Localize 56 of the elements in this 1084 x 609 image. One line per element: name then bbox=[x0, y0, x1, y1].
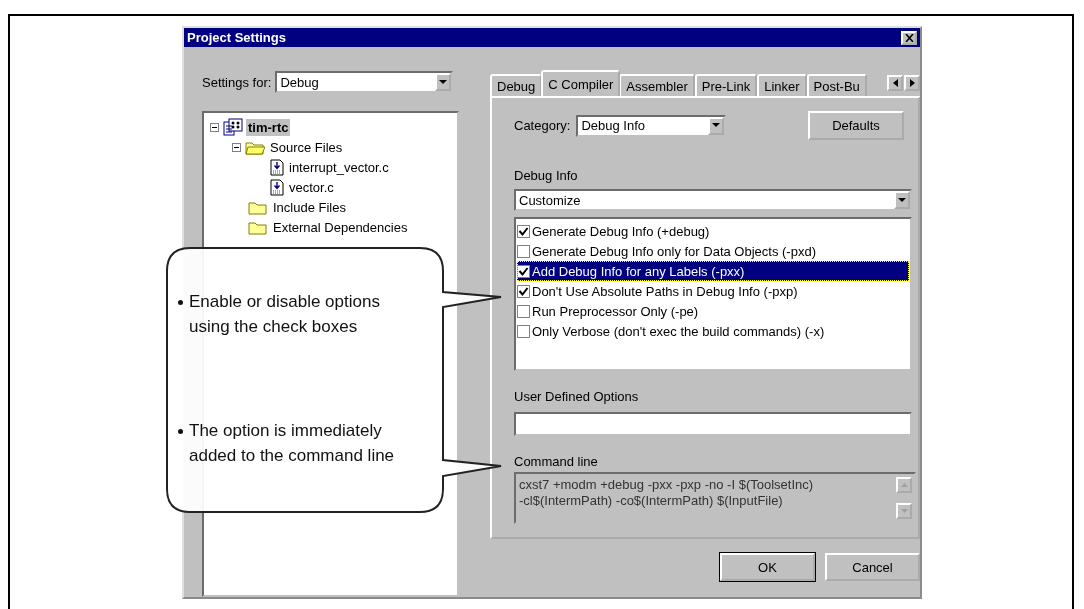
tree-item[interactable]: Source Files bbox=[268, 138, 345, 156]
command-line-text: cxst7 +modm +debug -pxx -pxp -no -I $(ToolsetInc) -cl$(IntermPath) -co$(IntermPath) $(InputFile) bbox=[518, 476, 815, 510]
settings-for-label: Settings for: bbox=[202, 74, 272, 90]
ok-button[interactable]: OK bbox=[720, 553, 815, 581]
scroll-left-icon[interactable] bbox=[887, 74, 903, 91]
file-icon bbox=[270, 178, 284, 196]
callout-text: Enable or disable options using the check boxes bbox=[189, 291, 381, 338]
callout-text: The option is immediately added to the command line bbox=[189, 420, 396, 467]
user-defined-options-label: User Defined Options bbox=[514, 389, 640, 404]
category-label: Category: bbox=[514, 118, 571, 133]
option-item[interactable]: Generate Debug Info only for Data Objects (-pxd) bbox=[517, 241, 909, 261]
scroll-right-icon[interactable] bbox=[904, 74, 920, 91]
bullet-icon bbox=[178, 300, 183, 305]
tree-item[interactable]: tim-rtc bbox=[246, 118, 291, 136]
checkbox[interactable] bbox=[517, 304, 530, 318]
close-button[interactable] bbox=[901, 30, 917, 45]
folder-icon bbox=[248, 219, 268, 235]
window-title: Project Settings bbox=[187, 30, 286, 45]
checkbox[interactable] bbox=[517, 224, 530, 238]
tab[interactable]: Post-Bu bbox=[806, 74, 867, 96]
debug-info-label: Debug Info bbox=[514, 168, 579, 183]
file-icon bbox=[270, 158, 284, 176]
cancel-button[interactable]: Cancel bbox=[825, 553, 920, 581]
option-item[interactable]: Only Verbose (don't exec the build commands) (-x) bbox=[517, 321, 909, 341]
tab[interactable]: Assembler bbox=[619, 74, 695, 96]
tree-item[interactable]: interrupt_vector.c bbox=[287, 158, 391, 176]
checkbox[interactable] bbox=[517, 264, 530, 278]
command-line-label: Command line bbox=[514, 454, 599, 469]
collapse-icon[interactable] bbox=[232, 142, 241, 152]
scroll-up-icon[interactable] bbox=[896, 477, 912, 493]
checkbox[interactable] bbox=[517, 284, 530, 298]
collapse-icon[interactable] bbox=[210, 122, 219, 132]
settings-for-dropdown[interactable]: Debug bbox=[275, 71, 454, 93]
tree-item[interactable]: Include Files bbox=[271, 198, 348, 216]
category-dropdown[interactable]: Debug Info bbox=[576, 114, 727, 137]
scroll-down-icon[interactable] bbox=[896, 503, 912, 519]
tab[interactable]: Linker bbox=[757, 74, 807, 96]
mode-dropdown[interactable]: Customize bbox=[514, 189, 912, 211]
tab[interactable]: C Compiler bbox=[541, 70, 621, 96]
option-item[interactable]: Generate Debug Info (+debug) bbox=[517, 221, 909, 241]
tree-item[interactable]: vector.c bbox=[287, 178, 336, 196]
defaults-button[interactable]: Defaults bbox=[808, 111, 904, 140]
tab[interactable]: Pre-Link bbox=[694, 74, 758, 96]
checkbox[interactable] bbox=[517, 324, 530, 338]
user-defined-options-field[interactable] bbox=[514, 412, 912, 436]
option-item[interactable]: Don't Use Absolute Paths in Debug Info (-pxp) bbox=[517, 281, 909, 301]
tab[interactable]: Debug bbox=[490, 74, 543, 96]
project-icon bbox=[223, 118, 243, 136]
bullet-icon bbox=[178, 429, 183, 434]
folder-icon bbox=[248, 199, 268, 215]
tree-item[interactable]: External Dependencies bbox=[271, 218, 410, 236]
checkbox[interactable] bbox=[517, 244, 530, 258]
close-icon bbox=[904, 33, 914, 42]
option-item[interactable]: Run Preprocessor Only (-pe) bbox=[517, 301, 909, 321]
option-item[interactable]: Add Debug Info for any Labels (-pxx) bbox=[517, 261, 909, 281]
folder-icon bbox=[245, 139, 265, 155]
